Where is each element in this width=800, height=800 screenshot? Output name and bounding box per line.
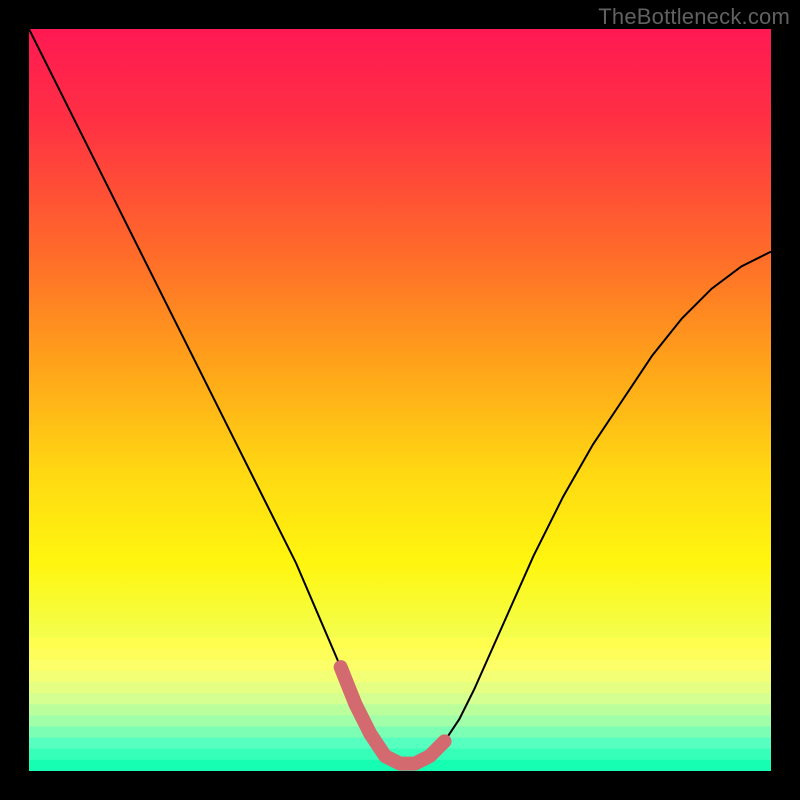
app-frame: TheBottleneck.com — [0, 0, 800, 800]
bottleneck-chart — [29, 29, 771, 771]
bottom-band-stripes — [29, 637, 771, 771]
chart-canvas — [29, 29, 771, 771]
watermark-label: TheBottleneck.com — [598, 4, 790, 30]
